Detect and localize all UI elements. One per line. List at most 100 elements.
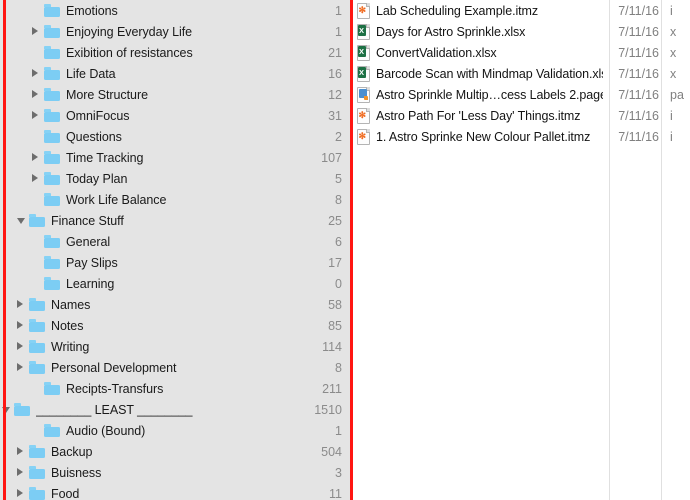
folder-tree-item[interactable]: Life Data 16 [0, 63, 351, 84]
file-list-pane[interactable]: ✻ Lab Scheduling Example.itmz 7/11/16 i X Day… [351, 0, 690, 500]
folder-tree-item[interactable]: Questions 2 [0, 126, 351, 147]
chevron-right-icon[interactable] [17, 363, 26, 372]
excel-file-icon: X [357, 44, 370, 61]
folder-tree-item[interactable]: OmniFocus 31 [0, 105, 351, 126]
folder-tree-item[interactable]: Buisness 3 [0, 462, 351, 483]
folder-name: ________ LEAST ________ [36, 402, 193, 417]
folder-item-count: 17 [328, 255, 342, 270]
folder-name: Notes [51, 318, 84, 333]
folder-icon [29, 445, 45, 458]
chevron-right-icon[interactable] [32, 111, 41, 120]
folder-item-count: 211 [322, 381, 342, 396]
folder-icon [44, 277, 60, 290]
folder-icon [29, 340, 45, 353]
file-name-cell: ✻ 1. Astro Sprinke New Colour Pallet.itmz [351, 128, 603, 145]
folder-name: Audio (Bound) [66, 423, 146, 438]
file-date-cell: 7/11/16 [618, 66, 659, 81]
folder-tree-sidebar[interactable]: Emotions 1 Enjoying Everyday Life 1 Exibitio… [0, 0, 351, 500]
folder-tree-item[interactable]: More Structure 12 [0, 84, 351, 105]
folder-tree-item[interactable]: Emotions 1 [0, 0, 351, 21]
chevron-right-icon[interactable] [17, 468, 26, 477]
chevron-right-icon[interactable] [32, 69, 41, 78]
folder-icon [29, 361, 45, 374]
folder-name: Learning [66, 276, 115, 291]
column-divider-kind [661, 0, 662, 500]
file-list-row[interactable]: Astro Sprinkle Multip…cess Labels 2.page… [351, 84, 690, 105]
folder-name: Personal Development [51, 360, 177, 375]
folder-name: Writing [51, 339, 90, 354]
file-kind-cell: i [670, 3, 673, 18]
file-date-cell: 7/11/16 [618, 45, 659, 60]
folder-item-count: 8 [335, 360, 342, 375]
excel-file-icon: X [357, 23, 370, 40]
chevron-right-icon[interactable] [17, 300, 26, 309]
folder-name: Emotions [66, 3, 118, 18]
folder-icon [29, 466, 45, 479]
folder-item-count: 31 [328, 108, 342, 123]
folder-icon [44, 25, 60, 38]
folder-tree-item[interactable]: Finance Stuff 25 [0, 210, 351, 231]
file-name-label: Astro Sprinkle Multip…cess Labels 2.page… [376, 87, 603, 102]
file-name-label: Astro Path For 'Less Day' Things.itmz [376, 108, 581, 123]
folder-item-count: 2 [335, 129, 342, 144]
folder-tree: Emotions 1 Enjoying Everyday Life 1 Exibitio… [0, 0, 351, 500]
folder-tree-item[interactable]: Work Life Balance 8 [0, 189, 351, 210]
annotation-rule-left [3, 0, 6, 500]
chevron-right-icon[interactable] [17, 489, 26, 498]
folder-tree-item[interactable]: Notes 85 [0, 315, 351, 336]
folder-tree-item[interactable]: Names 58 [0, 294, 351, 315]
file-name-cell: X ConvertValidation.xlsx [351, 44, 603, 61]
folder-name: Work Life Balance [66, 192, 167, 207]
chevron-right-icon[interactable] [32, 174, 41, 183]
folder-tree-item[interactable]: Pay Slips 17 [0, 252, 351, 273]
file-list-row[interactable]: X ConvertValidation.xlsx 7/11/16 x [351, 42, 690, 63]
chevron-right-icon[interactable] [32, 27, 41, 36]
folder-icon [44, 256, 60, 269]
folder-tree-item[interactable]: ________ LEAST ________ 1510 [0, 399, 351, 420]
chevron-right-icon[interactable] [32, 90, 41, 99]
file-list-row[interactable]: X Barcode Scan with Mindmap Validation.xl… [351, 63, 690, 84]
chevron-right-icon[interactable] [17, 321, 26, 330]
folder-tree-item[interactable]: Audio (Bound) 1 [0, 420, 351, 441]
file-list-row[interactable]: ✻ Astro Path For 'Less Day' Things.itmz 7/… [351, 105, 690, 126]
folder-icon [44, 424, 60, 437]
folder-item-count: 1510 [314, 402, 342, 417]
chevron-right-icon[interactable] [17, 342, 26, 351]
folder-tree-item[interactable]: Recipts-Transfurs 211 [0, 378, 351, 399]
folder-tree-item[interactable]: Today Plan 5 [0, 168, 351, 189]
file-kind-cell: pa [670, 87, 684, 102]
folder-tree-item[interactable]: Backup 504 [0, 441, 351, 462]
folder-item-count: 5 [335, 171, 342, 186]
folder-tree-item[interactable]: Food 11 [0, 483, 351, 500]
file-list-row[interactable]: ✻ Lab Scheduling Example.itmz 7/11/16 i [351, 0, 690, 21]
folder-icon [44, 46, 60, 59]
file-name-cell: ✻ Lab Scheduling Example.itmz [351, 2, 603, 19]
folder-tree-item[interactable]: Learning 0 [0, 273, 351, 294]
folder-tree-item[interactable]: Time Tracking 107 [0, 147, 351, 168]
file-list-row[interactable]: X Days for Astro Sprinkle.xlsx 7/11/16 x [351, 21, 690, 42]
folder-tree-item[interactable]: Enjoying Everyday Life 1 [0, 21, 351, 42]
folder-tree-item[interactable]: Writing 114 [0, 336, 351, 357]
folder-icon [44, 109, 60, 122]
chevron-down-icon[interactable] [17, 216, 26, 225]
folder-tree-item[interactable]: General 6 [0, 231, 351, 252]
chevron-right-icon[interactable] [32, 153, 41, 162]
file-name-cell: Astro Sprinkle Multip…cess Labels 2.page… [351, 86, 603, 103]
folder-tree-item[interactable]: Exibition of resistances 21 [0, 42, 351, 63]
folder-item-count: 114 [322, 339, 342, 354]
folder-icon [29, 319, 45, 332]
annotation-rule-divider [350, 0, 353, 500]
folder-name: Today Plan [66, 171, 128, 186]
file-list: ✻ Lab Scheduling Example.itmz 7/11/16 i X Day… [351, 0, 690, 147]
folder-item-count: 3 [335, 465, 342, 480]
file-name-label: Lab Scheduling Example.itmz [376, 3, 538, 18]
folder-item-count: 6 [335, 234, 342, 249]
chevron-right-icon[interactable] [17, 447, 26, 456]
file-list-row[interactable]: ✻ 1. Astro Sprinke New Colour Pallet.itmz… [351, 126, 690, 147]
folder-tree-item[interactable]: Personal Development 8 [0, 357, 351, 378]
folder-name: Buisness [51, 465, 102, 480]
